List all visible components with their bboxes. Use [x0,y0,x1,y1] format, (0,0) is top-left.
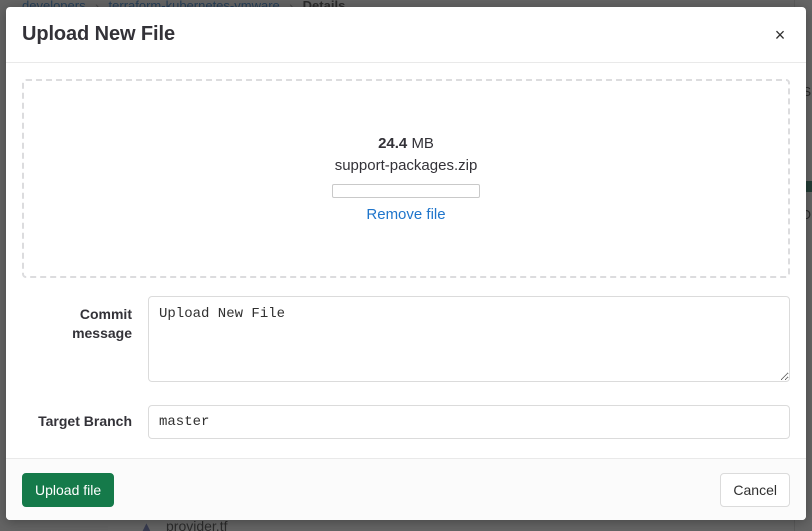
target-branch-row: Target Branch [22,405,790,439]
dropzone-content: 24.4 MB support-packages.zip Remove file [331,133,481,225]
target-branch-input[interactable] [148,405,790,439]
commit-message-field-wrap [148,296,790,387]
target-branch-field-wrap [148,405,790,439]
file-size: 24.4 MB [331,133,481,155]
file-dropzone[interactable]: 24.4 MB support-packages.zip Remove file [22,79,790,278]
close-icon[interactable]: × [766,21,794,49]
upload-new-file-dialog: Upload New File × 24.4 MB support-packag… [6,7,806,520]
dialog-header: Upload New File × [6,7,806,63]
commit-message-label: Commit message [22,296,148,343]
dialog-footer: Upload file Cancel [6,458,806,520]
remove-file-link[interactable]: Remove file [366,206,445,223]
file-size-unit: MB [411,135,434,152]
dialog-body: 24.4 MB support-packages.zip Remove file… [6,63,806,458]
uploaded-file-name: support-packages.zip [331,155,481,177]
cancel-button[interactable]: Cancel [720,473,790,507]
commit-message-row: Commit message [22,296,790,387]
file-size-value: 24.4 [378,135,407,152]
dialog-title: Upload New File [22,23,175,46]
upload-file-button[interactable]: Upload file [22,473,114,507]
commit-message-input[interactable] [148,296,790,382]
upload-progress-bar [332,184,480,198]
target-branch-label: Target Branch [22,405,148,431]
